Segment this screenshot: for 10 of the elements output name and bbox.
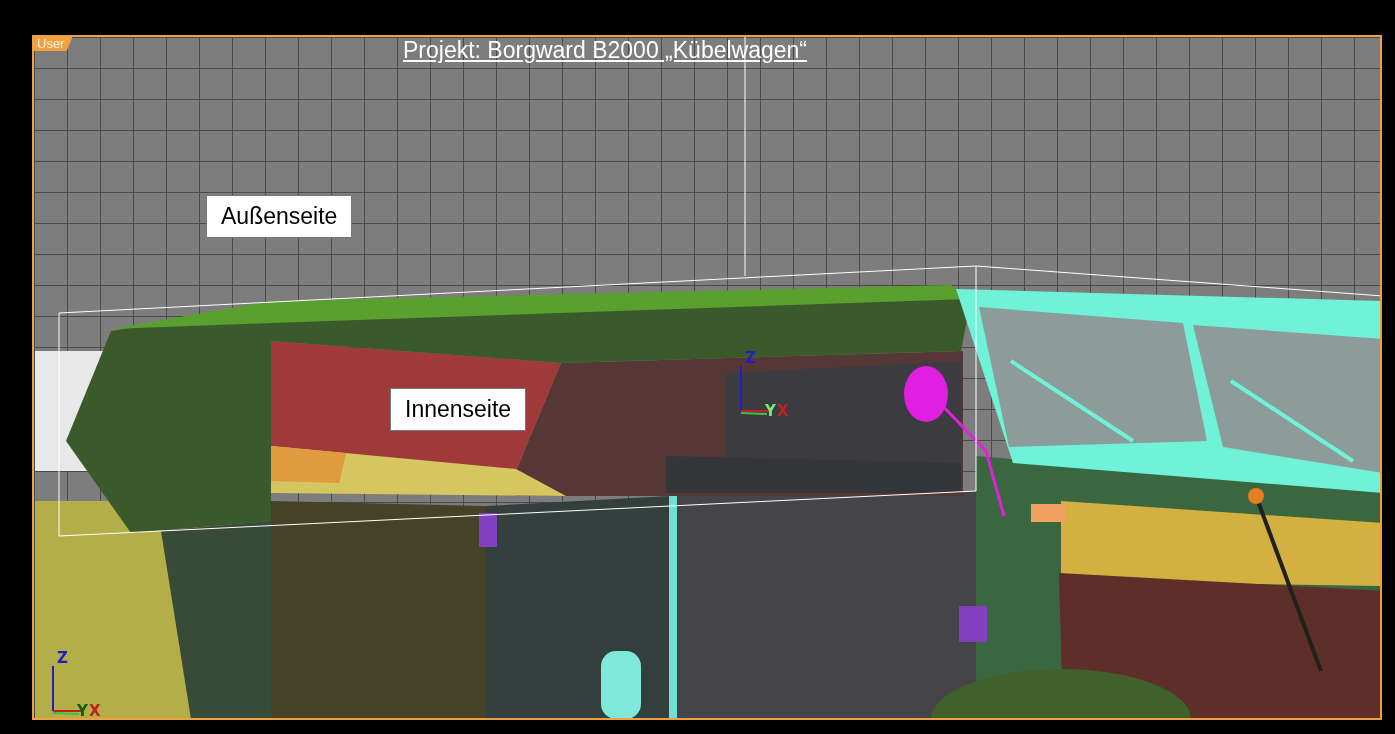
axis-label: Z [57, 649, 68, 667]
axis-label: Y [765, 402, 776, 420]
annotation-label: Innenseite [390, 388, 527, 431]
axis-label: Y [77, 702, 88, 718]
viewport[interactable]: Z YX Z YX User Projekt: Borgward B2000 „Kübelwagen“ Außenseite Innenseite [32, 35, 1382, 720]
axis-label: Z [745, 349, 756, 367]
viewport-title: Projekt: Borgward B2000 „Kübelwagen“ [403, 37, 807, 64]
annotation-label: Außenseite [206, 195, 353, 238]
axis-label: X [89, 702, 101, 718]
axis-label: X [777, 402, 789, 420]
